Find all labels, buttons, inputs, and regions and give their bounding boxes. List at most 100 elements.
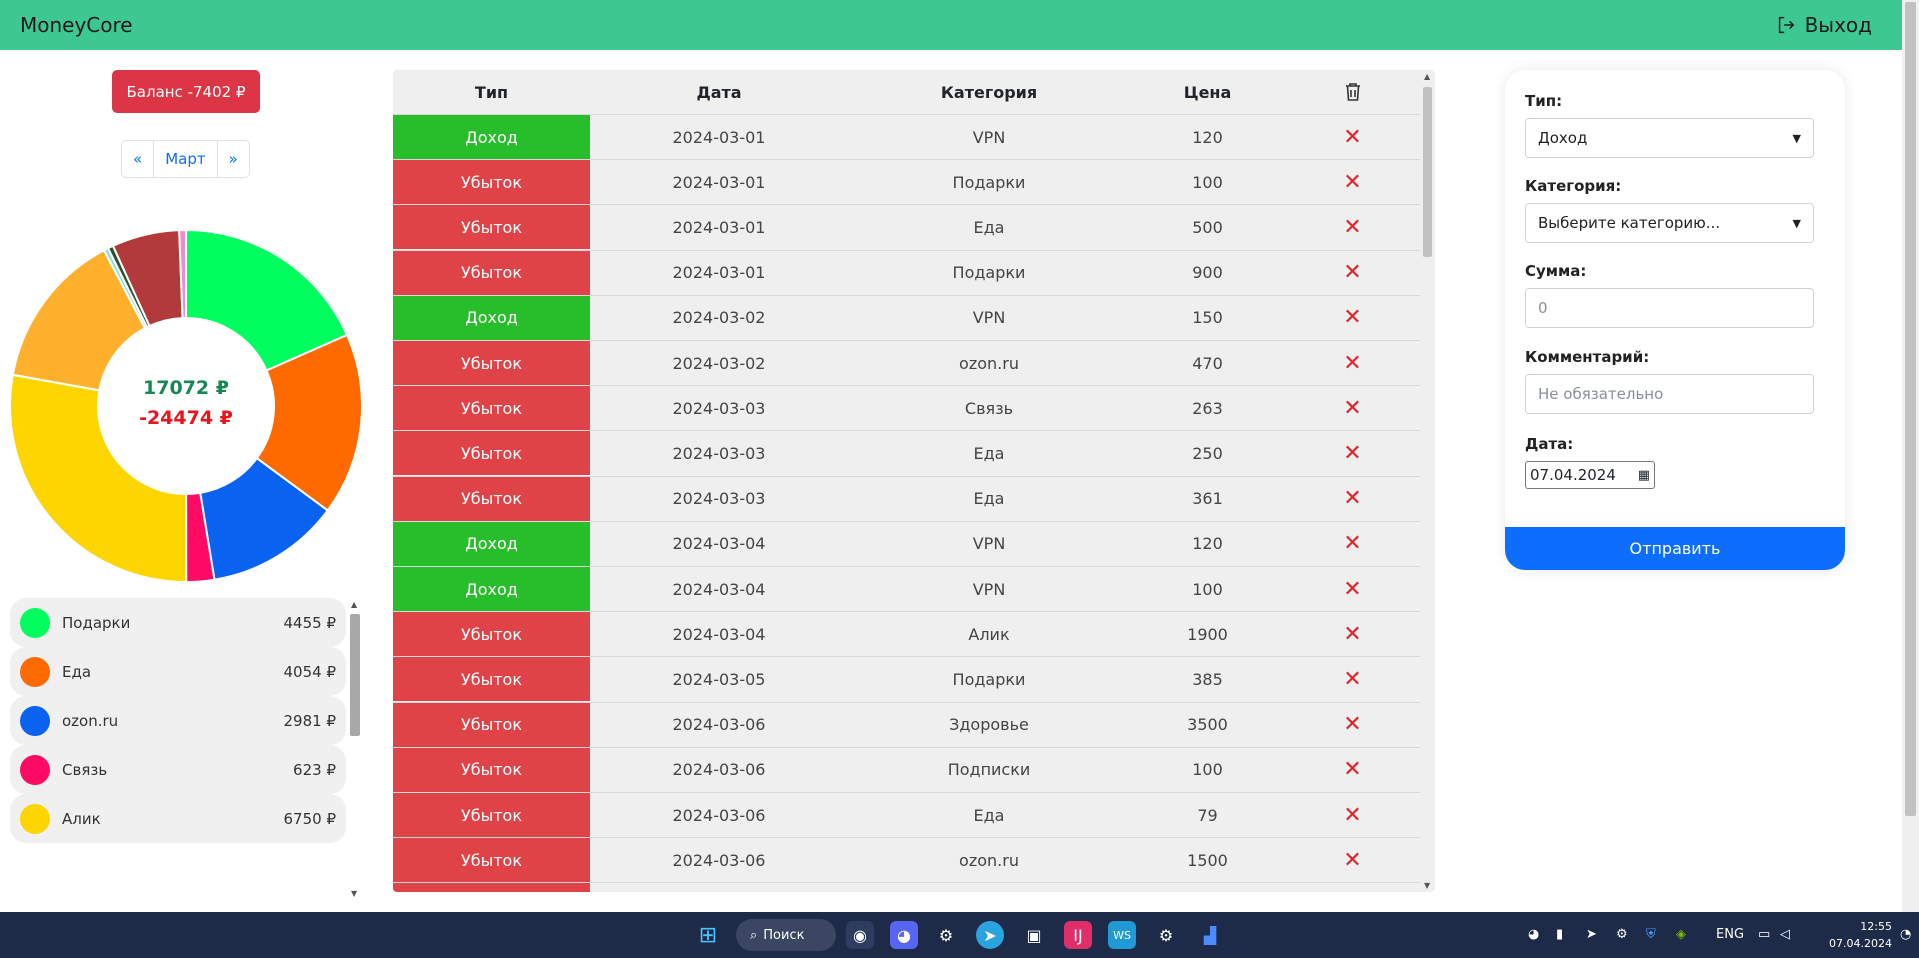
delete-row-icon[interactable]: ✕ — [1343, 803, 1361, 828]
table-scroll-down-icon[interactable]: ▼ — [1424, 881, 1430, 890]
delete-row-icon[interactable]: ✕ — [1343, 577, 1361, 602]
legend-item[interactable]: Еда 4054 ₽ — [10, 647, 346, 696]
network-icon[interactable]: ▭ — [1758, 927, 1770, 942]
windows-start-icon[interactable]: ⊞ — [694, 921, 722, 949]
row-price: 120 — [1192, 127, 1223, 147]
row-category: Здоровье — [949, 715, 1029, 735]
steam-icon[interactable]: ⚙ — [932, 921, 960, 949]
row-date: 2024-03-02 — [672, 308, 766, 328]
language-indicator[interactable]: ENG — [1716, 927, 1744, 942]
legend-color-dot — [20, 705, 50, 736]
donut-summary: 17072 ₽ -24474 ₽ — [76, 373, 296, 433]
table-scrollbar-thumb[interactable] — [1423, 87, 1432, 257]
legend-item[interactable]: Связь 623 ₽ — [10, 745, 346, 794]
row-type: Доход — [393, 567, 590, 611]
row-price: 361 — [1192, 489, 1223, 509]
chart-app-icon[interactable]: ▟ — [1196, 921, 1224, 949]
delete-row-icon[interactable]: ✕ — [1343, 622, 1361, 647]
legend-item[interactable]: Алик 6750 ₽ — [10, 794, 346, 843]
tray-nvidia-icon[interactable]: ◈ — [1676, 927, 1686, 942]
tray-security-icon[interactable]: ⛨ — [1646, 927, 1656, 942]
row-date: 2024-03-01 — [672, 127, 766, 147]
delete-row-icon[interactable]: ✕ — [1343, 848, 1361, 873]
delete-row-icon[interactable]: ✕ — [1343, 396, 1361, 421]
page-scrollbar-thumb[interactable] — [1905, 2, 1916, 816]
comment-placeholder: Не обязательно — [1538, 385, 1664, 403]
chrome-icon[interactable]: ◉ — [846, 921, 874, 949]
month-pager: « Март » — [121, 140, 250, 178]
volume-icon[interactable]: ◁ — [1780, 927, 1790, 942]
table-scrollbar[interactable]: ▲ ▼ — [1420, 70, 1435, 892]
delete-row-icon[interactable]: ✕ — [1343, 757, 1361, 782]
tray-steam-icon[interactable]: ⚙ — [1616, 927, 1628, 942]
steam-app-icon[interactable]: ⚙ — [1152, 921, 1180, 949]
delete-row-icon[interactable]: ✕ — [1343, 215, 1361, 240]
delete-row-icon[interactable]: ✕ — [1343, 125, 1361, 150]
tray-telegram-icon[interactable]: ➤ — [1586, 927, 1597, 942]
app-title[interactable]: MoneyCore — [20, 13, 133, 37]
delete-row-icon[interactable]: ✕ — [1343, 351, 1361, 376]
delete-row-icon[interactable]: ✕ — [1343, 712, 1361, 737]
comment-label: Комментарий: — [1525, 348, 1650, 366]
calendar-icon[interactable]: ▦ — [1638, 468, 1650, 483]
delete-row-icon[interactable]: ✕ — [1343, 531, 1361, 556]
row-price: 385 — [1192, 669, 1223, 689]
legend-item[interactable]: ozon.ru 2981 ₽ — [10, 696, 346, 745]
discord-icon[interactable]: ◕ — [890, 921, 918, 949]
category-select-value: Выберите категорию... — [1538, 214, 1721, 232]
photos-icon[interactable]: ▣ — [1020, 921, 1048, 949]
row-price: 120 — [1192, 534, 1223, 554]
prev-month-button[interactable]: « — [122, 141, 155, 177]
type-select[interactable]: Доход ▼ — [1525, 118, 1814, 158]
tray-discord-icon[interactable]: ◕ — [1528, 927, 1539, 942]
table-row: Убыток✕ — [393, 882, 1420, 892]
legend-name: ozon.ru — [62, 711, 119, 730]
delete-row-icon[interactable]: ✕ — [1343, 305, 1361, 330]
taskbar-clock[interactable]: 12:55 07.04.2024 — [1812, 918, 1892, 952]
row-date: 2024-03-02 — [672, 353, 766, 373]
delete-row-icon[interactable]: ✕ — [1343, 486, 1361, 511]
legend-value: 4054 ₽ — [283, 662, 337, 681]
table-row: Убыток 2024-03-06 Здоровье 3500 ✕ — [393, 701, 1420, 747]
header-price: Цена — [1183, 82, 1232, 102]
current-month[interactable]: Март — [154, 141, 218, 177]
delete-row-icon[interactable]: ✕ — [1343, 170, 1361, 195]
legend-scrollbar-thumb[interactable] — [350, 614, 360, 736]
logout-button[interactable]: Выход — [1775, 13, 1872, 37]
table-scroll-up-icon[interactable]: ▲ — [1424, 72, 1430, 81]
row-category: Еда — [973, 805, 1005, 825]
page-scrollbar[interactable] — [1902, 0, 1919, 912]
row-type: Убыток — [393, 838, 590, 883]
row-date: 2024-03-04 — [672, 624, 766, 644]
next-month-button[interactable]: » — [218, 141, 249, 177]
delete-row-icon[interactable]: ✕ — [1343, 441, 1361, 466]
row-date: 2024-03-03 — [672, 398, 766, 418]
row-category: Подарки — [952, 263, 1026, 283]
row-category: Еда — [973, 443, 1005, 463]
row-type: Доход — [393, 115, 590, 159]
trash-icon[interactable] — [1285, 70, 1420, 114]
legend-scrollbar[interactable]: ▲ ▼ — [348, 600, 362, 898]
notification-icon[interactable]: ◔ — [1900, 927, 1911, 942]
delete-row-icon[interactable]: ✕ — [1343, 260, 1361, 285]
row-category: ozon.ru — [959, 850, 1019, 870]
intellij-icon[interactable]: IJ — [1064, 921, 1092, 949]
row-date: 2024-03-01 — [672, 172, 766, 192]
webstorm-icon[interactable]: WS — [1108, 921, 1136, 949]
table-header: Тип Дата Категория Цена — [393, 70, 1420, 114]
date-input[interactable]: 07.04.2024 ▦ — [1525, 461, 1655, 489]
table-row: Убыток 2024-03-03 Еда 361 ✕ — [393, 475, 1420, 521]
scroll-down-arrow-icon[interactable]: ▼ — [351, 889, 357, 898]
submit-button[interactable]: Отправить — [1505, 527, 1845, 570]
category-select[interactable]: Выберите категорию... ▼ — [1525, 203, 1814, 243]
comment-input[interactable]: Не обязательно — [1525, 374, 1814, 414]
telegram-icon[interactable]: ➤ — [976, 921, 1004, 949]
legend-item[interactable]: Подарки 4455 ₽ — [10, 598, 346, 647]
delete-row-icon[interactable]: ✕ — [1343, 667, 1361, 692]
header-category: Категория — [940, 82, 1038, 102]
taskbar-search-button[interactable]: ⌕ Поиск — [736, 919, 836, 951]
row-date: 2024-03-06 — [672, 850, 766, 870]
tray-stats-icon[interactable]: ▮ — [1556, 927, 1563, 942]
sum-input[interactable]: 0 — [1525, 288, 1814, 328]
scroll-up-arrow-icon[interactable]: ▲ — [351, 600, 357, 609]
